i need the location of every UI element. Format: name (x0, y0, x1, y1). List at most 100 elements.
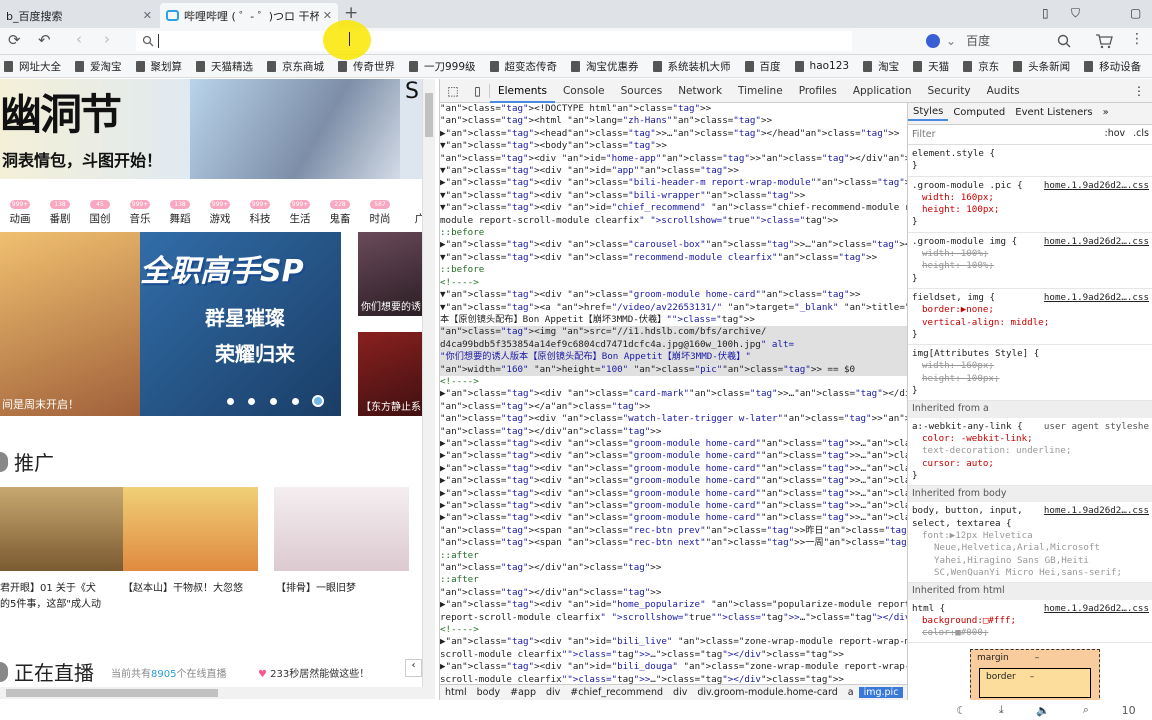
css-rule[interactable]: home.1.9ad26d2….css body, button, input,… (908, 502, 1152, 584)
box-model-margin[interactable]: margin – border – (970, 649, 1100, 700)
card-caption[interactable]: 【排骨】一眼旧梦 (276, 579, 356, 594)
css-prop[interactable]: width: 160px; (912, 360, 1149, 372)
dom-node-line[interactable]: 本【原创镜头配布】Bon Appetit【崩坏3MMD-伏羲】"">class=… (440, 314, 907, 326)
dom-node-line[interactable]: ▶"an">class="tag"><div "an">id="bili_liv… (440, 636, 907, 648)
devtools-tab-audits[interactable]: Audits (979, 79, 1028, 103)
dom-node-line[interactable]: ▶"an">class="tag"><div "an">class="groom… (440, 488, 907, 500)
css-rule[interactable]: home.1.9ad26d2….css .groom-module .pic {w… (908, 177, 1152, 233)
dom-node-line[interactable]: ::after (440, 550, 907, 562)
cls-toggle[interactable]: .cls (1133, 128, 1149, 140)
close-icon[interactable]: ✕ (319, 9, 332, 22)
bookmark-item[interactable]: 网址大全 (4, 59, 61, 74)
styles-tab[interactable]: Computed (948, 107, 1010, 119)
elements-tree[interactable]: "an">class="tag"><!DOCTYPE html"an">clas… (440, 103, 907, 684)
dom-node-line[interactable]: "an">class="tag"></div"an">class="tag">> (440, 426, 907, 438)
address-bar[interactable] (136, 31, 852, 51)
devtools-tab-timeline[interactable]: Timeline (730, 79, 791, 103)
shield-icon[interactable]: ⛉ (1071, 6, 1080, 21)
page-vertical-scrollbar[interactable] (422, 79, 435, 687)
category-item[interactable]: 999+ 科技 (238, 197, 282, 226)
more-icon[interactable]: ⋮ (1133, 84, 1145, 98)
bookmark-item[interactable]: 移动设备 (1084, 59, 1141, 74)
styles-tab[interactable]: Styles (908, 106, 949, 121)
rule-source[interactable]: home.1.9ad26d2….css (1044, 292, 1149, 304)
dom-node-line[interactable]: ▼"an">class="tag"><div "an">id="chief_re… (440, 202, 907, 214)
category-item[interactable]: 138 番剧 (38, 197, 82, 226)
css-rule[interactable]: home.1.9ad26d2….css .groom-module img {wi… (908, 233, 1152, 289)
bookmark-item[interactable]: 淘宝 (863, 59, 899, 74)
back-icon[interactable]: ‹ (76, 30, 82, 48)
bookmark-item[interactable]: 淘宝优惠券 (571, 59, 639, 74)
bookmark-item[interactable]: 百度 (744, 59, 781, 74)
bookmark-item[interactable]: 天猫精选 (196, 59, 253, 74)
bookmark-item[interactable]: 一刀999级 (409, 59, 476, 74)
dom-node-line[interactable]: ▼"an">class="tag"><div "an">class="groom… (440, 289, 907, 301)
devtools-tab-security[interactable]: Security (919, 79, 978, 103)
restore-icon[interactable]: ▯ (1042, 6, 1049, 20)
dom-node-line[interactable]: ::before (440, 264, 907, 276)
scroll-right-button[interactable]: ‹ (405, 659, 422, 677)
bookmark-item[interactable]: 天猫 (913, 59, 949, 74)
device-icon[interactable]: ▯ (466, 83, 490, 98)
dom-node-line[interactable]: ▶"an">class="tag"><div "an">class="groom… (440, 463, 907, 475)
category-item[interactable]: 广 (398, 197, 422, 226)
css-prop[interactable]: color: -webkit-link; (912, 433, 1149, 445)
css-rule[interactable]: home.1.9ad26d2….css fieldset, img {border… (908, 289, 1152, 346)
dom-node-line[interactable]: ▶"an">class="tag"><div "an">class="groom… (440, 500, 907, 512)
dom-node-line[interactable]: "an">class="tag"></a"an">class="tag">> (440, 401, 907, 413)
bookmark-item[interactable]: 京东 (963, 59, 999, 74)
css-prop[interactable]: width: 100%; (912, 248, 1149, 260)
dom-node-line[interactable]: "an">class="tag"></div"an">class="tag">> (440, 587, 907, 599)
styles-tab[interactable]: Event Listeners (1010, 107, 1097, 119)
forward-icon[interactable]: › (104, 30, 110, 48)
css-rule[interactable]: home.1.9ad26d2….css html { background:□#… (908, 600, 1152, 644)
dom-node-line[interactable]: ▶"an">class="tag"><div "an">class="groom… (440, 475, 907, 487)
dom-node-line[interactable]: ▶"an">class="tag"><div "an">class="bili-… (440, 177, 907, 189)
dom-node-line[interactable]: ::after (440, 574, 907, 586)
dom-node-line[interactable]: ▶"an">class="tag"><head"an">class="tag">… (440, 128, 907, 140)
search-icon[interactable] (1057, 34, 1071, 48)
css-prop[interactable]: cursor: auto; (912, 458, 1149, 470)
promo-card-1[interactable] (0, 487, 135, 571)
card-caption[interactable]: 【赵本山】干物叔！大忽悠 (123, 579, 243, 594)
dom-node-line[interactable]: "an">class="tag"><img "an">src="//i1.hds… (440, 326, 907, 339)
css-prop[interactable]: background:□#fff; (912, 615, 1149, 627)
dom-node-line[interactable]: ▼"an">class="tag"><div "an">id="app""an"… (440, 165, 907, 177)
dom-node-line[interactable]: ▼"an">class="tag"><body"an">class="tag">… (440, 140, 907, 152)
breadcrumb-item[interactable]: body (472, 687, 506, 698)
bookmark-item[interactable]: 聚划算 (135, 59, 182, 74)
dom-node-line[interactable]: "an">class="tag"><div "an">id="home-app"… (440, 153, 907, 165)
css-prop[interactable]: height: 100px; (912, 373, 1149, 385)
carousel-dot[interactable] (292, 398, 299, 405)
dom-node-line[interactable]: scroll-module clearfix"">class="tag">>…"… (440, 674, 907, 684)
hov-toggle[interactable]: :hov (1105, 128, 1126, 140)
dom-node-line[interactable]: ▶"an">class="tag"><div "an">class="groom… (440, 438, 907, 450)
dom-node-line[interactable]: ▼"an">class="tag"><div "an">class="recom… (440, 252, 907, 264)
tab-baidu[interactable]: b_百度搜索 ✕ (0, 3, 158, 28)
scroll-thumb[interactable] (6, 689, 218, 697)
devtools-tab-profiles[interactable]: Profiles (791, 79, 845, 103)
breadcrumb-item[interactable]: div.groom-module.home-card (692, 687, 842, 698)
dom-node-line[interactable]: "an">width="160" "an">height="100" "an">… (440, 363, 907, 376)
bookmark-item[interactable]: 系统装机大师 (652, 59, 731, 74)
carousel-dot[interactable] (248, 398, 255, 405)
dom-node-line[interactable]: "an">class="tag"><html "an">lang="zh-Han… (440, 115, 907, 127)
category-item[interactable]: 999+ 游戏 (198, 197, 242, 226)
dom-node-line[interactable]: ▶"an">class="tag"><div "an">class="groom… (440, 450, 907, 462)
css-prop[interactable]: height: 100px; (912, 204, 1149, 216)
bookmark-item[interactable]: 爱淘宝 (75, 59, 122, 74)
cart-icon[interactable] (1095, 33, 1113, 49)
dom-node-line[interactable]: <!----> (440, 624, 907, 636)
bookmark-item[interactable]: 超变态传奇 (489, 59, 557, 74)
dom-node-line[interactable]: ▶"an">class="tag"><div "an">id="home_pop… (440, 599, 907, 611)
promo-card-2[interactable] (123, 487, 258, 571)
dom-node-line[interactable]: "an">class="tag"><span "an">class="rec-b… (440, 525, 907, 537)
css-rule[interactable]: user agent styleshe a:-webkit-any-link {… (908, 418, 1152, 487)
css-rule[interactable]: element.style {} (908, 145, 1152, 177)
bookmark-item[interactable]: 头条新闻 (1013, 59, 1070, 74)
breadcrumb-item[interactable]: #chief_recommend (565, 687, 668, 698)
dom-node-line[interactable]: "an">class="tag"><span "an">class="rec-b… (440, 537, 907, 549)
bookmark-item[interactable]: 京东商城 (267, 59, 324, 74)
dom-node-line[interactable]: ▶"an">class="tag"><div "an">class="carou… (440, 239, 907, 251)
rule-source[interactable]: home.1.9ad26d2….css (1044, 505, 1149, 517)
